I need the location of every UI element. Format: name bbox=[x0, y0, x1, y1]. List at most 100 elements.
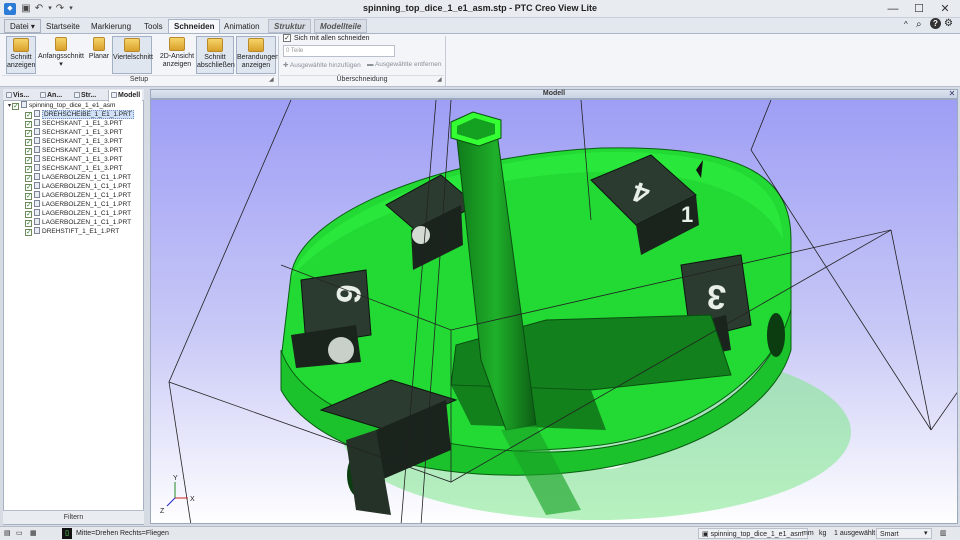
tree-item[interactable]: ✓ SECHSKANT_1_E1_3.PRT bbox=[25, 146, 134, 155]
tree-item[interactable]: ✓ SECHSKANT_1_E1_3.PRT bbox=[25, 164, 134, 173]
part-icon bbox=[34, 146, 40, 153]
remove-selected-button[interactable]: ▬ Ausgewählte entfernen bbox=[367, 61, 441, 68]
show-section-label: Schnitt anzeigen bbox=[7, 54, 36, 69]
part-icon bbox=[34, 209, 40, 216]
checkbox-check-icon[interactable]: ✓ bbox=[25, 175, 32, 182]
checkbox-check-icon[interactable]: ✓ bbox=[25, 229, 32, 236]
checkbox-check-icon[interactable]: ✓ bbox=[25, 184, 32, 191]
tab-markierung[interactable]: Markierung bbox=[85, 19, 137, 33]
checkbox-check-icon[interactable]: ✓ bbox=[25, 148, 32, 155]
maximize-button[interactable]: ☐ bbox=[906, 1, 932, 17]
tab-tools[interactable]: Tools bbox=[138, 19, 169, 33]
checkbox-check-icon[interactable]: ✓ bbox=[25, 130, 32, 137]
model-icon bbox=[111, 92, 117, 98]
tab-file-label: Datei bbox=[10, 22, 29, 31]
overlap-dialog-launcher-icon[interactable]: ◢ bbox=[437, 76, 443, 83]
initial-section-button[interactable]: Anfangsschnitt ▾ bbox=[38, 36, 84, 74]
view-2d-icon bbox=[169, 37, 185, 51]
annotation-icon bbox=[40, 92, 46, 98]
chevron-down-icon[interactable]: ▾ bbox=[924, 528, 928, 539]
search-icon[interactable]: ⌕ bbox=[916, 19, 922, 30]
checkbox-check-icon[interactable]: ✓ bbox=[25, 139, 32, 146]
axis-y-label: Y bbox=[173, 475, 178, 482]
status-settings-icon[interactable]: ▤ bbox=[4, 528, 11, 539]
finish-section-label: Schnitt abschließen bbox=[197, 54, 235, 69]
tree-item[interactable]: ✓ SECHSKANT_1_E1_3.PRT bbox=[25, 137, 134, 146]
cut-all-label: Sich mit allen schneiden bbox=[294, 34, 370, 42]
parts-field[interactable]: 0 Teile bbox=[283, 45, 395, 57]
tab-schneiden[interactable]: Schneiden bbox=[168, 19, 221, 33]
tree-item[interactable]: ✓ LAGERBOLZEN_1_C1_1.PRT bbox=[25, 173, 134, 182]
part-icon bbox=[34, 164, 40, 171]
minimize-button[interactable]: — bbox=[880, 1, 906, 17]
collapse-ribbon-icon[interactable]: ^ bbox=[904, 20, 908, 29]
tree-root-label: spinning_top_dice_1_e1_asm bbox=[29, 102, 116, 109]
plus-icon: ✚ bbox=[283, 62, 290, 69]
part-icon bbox=[34, 128, 40, 135]
tab-file[interactable]: Datei ▾ bbox=[4, 19, 41, 33]
checkbox-check-icon[interactable]: ✓ bbox=[25, 202, 32, 209]
status-filter-icon[interactable]: ▥ bbox=[940, 528, 947, 539]
help-icon[interactable]: ? bbox=[930, 18, 941, 29]
viewport-header: Modell bbox=[150, 89, 958, 99]
tree-root[interactable]: ▾ ✓ spinning_top_dice_1_e1_asm bbox=[8, 101, 115, 110]
view-2d-label: 2D-Ansicht anzeigen bbox=[159, 53, 195, 68]
assembly-icon bbox=[21, 101, 28, 108]
tree-item[interactable]: ✓ LAGERBOLZEN_1_C1_1.PRT bbox=[25, 200, 134, 209]
checkbox-check-icon[interactable]: ✓ bbox=[25, 112, 32, 119]
structure-icon bbox=[74, 92, 80, 98]
tree-item[interactable]: ✓ LAGERBOLZEN_1_C1_1.PRT bbox=[25, 182, 134, 191]
add-selected-button[interactable]: ✚ Ausgewählte hinzufügen bbox=[283, 61, 361, 69]
status-grid-icon[interactable]: ▦ bbox=[30, 528, 37, 539]
tree-item[interactable]: ✓ LAGERBOLZEN_1_C1_1.PRT bbox=[25, 209, 134, 218]
tree-item-label: SECHSKANT_1_E1_3.PRT bbox=[42, 129, 123, 136]
ribbon-separator bbox=[278, 36, 279, 86]
tree-item[interactable]: ✓ SECHSKANT_1_E1_3.PRT bbox=[25, 128, 134, 137]
part-icon bbox=[34, 218, 40, 225]
3d-viewport[interactable]: 4 1 3 6 Y X Z bbox=[150, 99, 958, 524]
show-boundaries-button[interactable]: Berandungen anzeigen bbox=[236, 36, 280, 74]
show-section-button[interactable]: Schnitt anzeigen bbox=[6, 36, 36, 74]
tab-modellteile[interactable]: Modellteile bbox=[314, 19, 368, 33]
tree-item[interactable]: ✓ SECHSKANT_1_E1_3.PRT bbox=[25, 155, 134, 164]
checkbox-check-icon[interactable]: ✓ bbox=[25, 220, 32, 227]
tree-item-label: SECHSKANT_1_E1_3.PRT bbox=[42, 120, 123, 127]
tree-item-label: LAGERBOLZEN_1_C1_1.PRT bbox=[42, 183, 132, 190]
planar-button[interactable]: Planar bbox=[88, 36, 110, 74]
tree-item[interactable]: ✓ DREHSTIFT_1_E1_1.PRT bbox=[25, 227, 134, 236]
finish-section-button[interactable]: Schnitt abschließen bbox=[196, 36, 235, 74]
tree-item[interactable]: ✓ DREHSCHEIBE_1_E1_1.PRT bbox=[25, 110, 134, 119]
visibility-icon bbox=[6, 92, 12, 98]
gear-icon[interactable]: ⚙ bbox=[944, 18, 953, 29]
tree-item[interactable]: ✓ SECHSKANT_1_E1_3.PRT bbox=[25, 119, 134, 128]
checkbox-check-icon[interactable]: ✓ bbox=[25, 193, 32, 200]
tab-startseite[interactable]: Startseite bbox=[40, 19, 86, 33]
remove-selected-label: Ausgewählte entfernen bbox=[374, 61, 442, 68]
status-window-icon[interactable]: ▭ bbox=[16, 528, 23, 539]
view-2d-button[interactable]: 2D-Ansicht anzeigen bbox=[158, 36, 196, 74]
tree-item[interactable]: ✓ LAGERBOLZEN_1_C1_1.PRT bbox=[25, 218, 134, 227]
tab-struktur[interactable]: Struktur bbox=[268, 19, 312, 33]
checkbox-check-icon[interactable]: ✓ bbox=[25, 211, 32, 218]
checkbox-check-icon[interactable]: ✓ bbox=[25, 157, 32, 164]
model-render: 4 1 3 6 Y X Z bbox=[151, 100, 957, 523]
show-boundaries-label: Berandungen anzeigen bbox=[237, 54, 280, 69]
close-button[interactable]: ✕ bbox=[932, 1, 958, 17]
tab-animation[interactable]: Animation bbox=[218, 19, 266, 33]
checkbox-check-icon: ✓ bbox=[283, 34, 291, 42]
tree-item-label: LAGERBOLZEN_1_C1_1.PRT bbox=[42, 219, 132, 226]
axis-z-label: Z bbox=[160, 508, 165, 515]
checkbox-check-icon[interactable]: ✓ bbox=[12, 103, 20, 110]
length-unit: mm bbox=[802, 530, 814, 537]
cut-all-checkbox[interactable]: ✓ Sich mit allen schneiden bbox=[283, 34, 370, 42]
close-icon[interactable]: ✕ bbox=[947, 89, 957, 99]
checkbox-check-icon[interactable]: ✓ bbox=[25, 121, 32, 128]
setup-group-label: Setup bbox=[2, 75, 276, 86]
tree-item[interactable]: ✓ LAGERBOLZEN_1_C1_1.PRT bbox=[25, 191, 134, 200]
filter-button[interactable]: Filtern bbox=[3, 510, 144, 524]
checkbox-check-icon[interactable]: ✓ bbox=[25, 166, 32, 173]
quarter-section-button[interactable]: Viertelschnitt bbox=[112, 36, 153, 74]
collapse-icon: ▾ bbox=[8, 103, 12, 109]
setup-dialog-launcher-icon[interactable]: ◢ bbox=[269, 76, 275, 83]
part-icon bbox=[34, 119, 40, 126]
